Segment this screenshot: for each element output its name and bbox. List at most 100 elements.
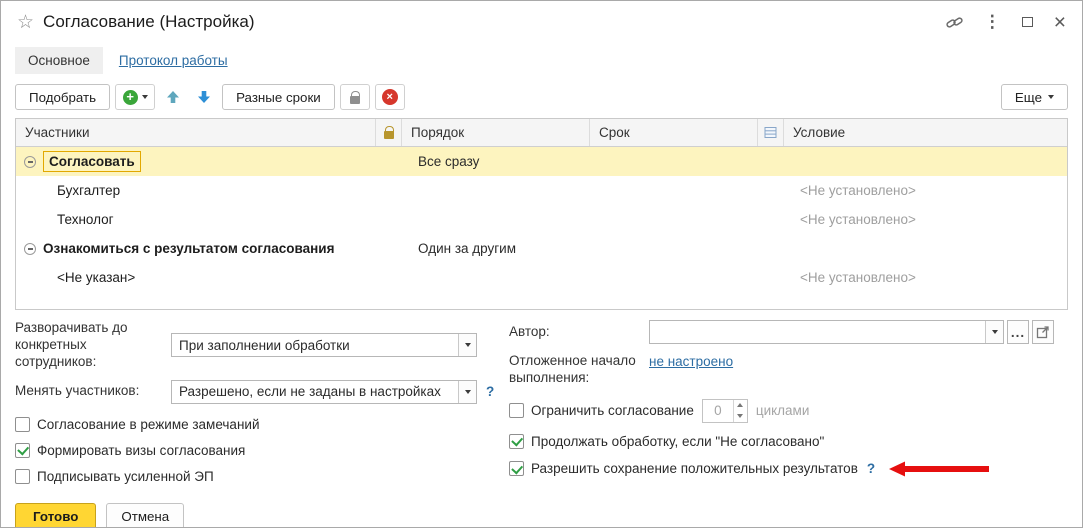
lock-cell[interactable] (376, 176, 402, 205)
column-header-condition-icon[interactable] (758, 119, 784, 146)
lock-cell[interactable] (376, 263, 402, 292)
deferred-start-link[interactable]: не настроено (649, 354, 733, 369)
condition-column-icon (764, 126, 777, 139)
checkbox-box[interactable] (509, 461, 524, 476)
order-cell[interactable]: Все сразу (402, 147, 590, 176)
more-button-label: Еще (1015, 90, 1042, 105)
participants-cell[interactable]: <Не указан> (16, 263, 376, 292)
change-participants-select[interactable]: Разрешено, если не заданы в настройках (171, 380, 477, 404)
condition-icon-cell[interactable] (758, 176, 784, 205)
chevron-down-icon[interactable] (458, 381, 476, 403)
checkbox-box[interactable] (15, 443, 30, 458)
column-header-participants[interactable]: Участники (16, 119, 376, 146)
lock-cell[interactable] (376, 234, 402, 263)
checkbox-box[interactable] (15, 417, 30, 432)
condition-icon-cell[interactable] (758, 263, 784, 292)
collapse-icon[interactable] (24, 243, 36, 255)
order-cell[interactable] (402, 176, 590, 205)
combo-value: Разрешено, если не заданы в настройках (172, 381, 458, 403)
participants-cell[interactable]: Бухгалтер (16, 176, 376, 205)
lock-cell[interactable] (376, 147, 402, 176)
expand-to-label: Разворачивать до конкретных сотрудников: (15, 320, 171, 371)
chevron-down-icon[interactable] (458, 334, 476, 356)
column-header-condition[interactable]: Условие (784, 119, 1067, 146)
author-choose-button[interactable]: ... (1007, 320, 1029, 344)
participants-cell[interactable]: Ознакомиться с результатом согласования (16, 234, 376, 263)
more-button[interactable]: Еще (1001, 84, 1068, 110)
stepper-down-icon[interactable] (734, 411, 747, 422)
condition-cell[interactable] (784, 234, 1067, 263)
different-terms-button[interactable]: Разные сроки (222, 84, 335, 110)
participants-cell[interactable]: Согласовать (16, 147, 376, 176)
chevron-down-icon[interactable] (985, 321, 1003, 343)
table-row[interactable]: Технолог <Не установлено> (16, 205, 1067, 234)
term-cell[interactable] (590, 234, 758, 263)
done-button[interactable]: Готово (15, 503, 96, 528)
checkbox-box[interactable] (15, 469, 30, 484)
stepper-value: 0 (703, 400, 733, 422)
condition-cell[interactable]: <Не установлено> (784, 263, 1067, 292)
move-up-button[interactable] (160, 84, 186, 110)
get-link-icon[interactable] (946, 14, 963, 31)
checkbox-continue-if-rejected[interactable]: Продолжать обработку, если "Не согласова… (509, 434, 1068, 449)
table-row[interactable]: <Не указан> <Не установлено> (16, 263, 1067, 292)
more-menu-icon[interactable]: ⋮ (984, 12, 1001, 32)
order-cell[interactable] (402, 263, 590, 292)
chevron-down-icon (142, 95, 148, 99)
close-icon[interactable]: × (1054, 12, 1066, 33)
lock-icon (384, 131, 394, 139)
delete-button[interactable]: × (375, 84, 405, 110)
column-header-lock[interactable] (376, 119, 402, 146)
condition-icon-cell[interactable] (758, 147, 784, 176)
checkbox-sign-enhanced[interactable]: Подписывать усиленной ЭП (15, 469, 507, 484)
condition-icon-cell[interactable] (758, 234, 784, 263)
checkbox-form-visas[interactable]: Формировать визы согласования (15, 443, 507, 458)
stepper-buttons[interactable] (733, 400, 747, 422)
cycles-stepper[interactable]: 0 (702, 399, 748, 423)
help-icon[interactable]: ? (867, 461, 875, 476)
author-row: Автор: ... (509, 320, 1068, 344)
tab-main[interactable]: Основное (15, 47, 103, 74)
table-row[interactable]: Согласовать Все сразу (16, 147, 1067, 176)
pick-button[interactable]: Подобрать (15, 84, 110, 110)
condition-icon-cell[interactable] (758, 205, 784, 234)
condition-cell[interactable]: <Не установлено> (784, 176, 1067, 205)
maximize-icon[interactable] (1022, 17, 1033, 27)
stepper-up-icon[interactable] (734, 400, 747, 411)
favorite-star-icon[interactable]: ☆ (17, 11, 34, 34)
expand-to-select[interactable]: При заполнении обработки (171, 333, 477, 357)
author-select[interactable] (649, 320, 1004, 344)
author-label: Автор: (509, 324, 649, 341)
column-header-order[interactable]: Порядок (402, 119, 590, 146)
term-cell[interactable] (590, 147, 758, 176)
order-cell[interactable] (402, 205, 590, 234)
checkbox-box[interactable] (509, 403, 524, 418)
cancel-button[interactable]: Отмена (106, 503, 184, 528)
term-cell[interactable] (590, 263, 758, 292)
limit-approval-row: Ограничить согласование 0 циклами (509, 399, 1068, 423)
help-icon[interactable]: ? (486, 384, 494, 399)
order-cell[interactable]: Один за другим (402, 234, 590, 263)
condition-cell[interactable] (784, 147, 1067, 176)
collapse-icon[interactable] (24, 156, 36, 168)
move-down-button[interactable] (191, 84, 217, 110)
add-button[interactable]: + (115, 84, 155, 110)
term-cell[interactable] (590, 205, 758, 234)
author-open-button[interactable] (1032, 320, 1054, 344)
table-row[interactable]: Бухгалтер <Не установлено> (16, 176, 1067, 205)
lock-cell[interactable] (376, 205, 402, 234)
lock-button[interactable] (340, 84, 370, 110)
deferred-start-row: Отложенное начало выполнения: не настрое… (509, 353, 1068, 387)
current-cell[interactable]: Согласовать (43, 151, 141, 172)
table-row[interactable]: Ознакомиться с результатом согласования … (16, 234, 1067, 263)
column-header-term[interactable]: Срок (590, 119, 758, 146)
checkbox-remarks-mode[interactable]: Согласование в режиме замечаний (15, 417, 507, 432)
condition-cell[interactable]: <Не установлено> (784, 205, 1067, 234)
term-cell[interactable] (590, 176, 758, 205)
tab-protocol-link[interactable]: Протокол работы (119, 53, 228, 68)
window-title: Согласование (Настройка) (43, 12, 254, 32)
checkbox-box[interactable] (509, 434, 524, 449)
participants-cell[interactable]: Технолог (16, 205, 376, 234)
change-participants-label: Менять участников: (15, 383, 171, 400)
arrow-down-icon (196, 89, 212, 105)
